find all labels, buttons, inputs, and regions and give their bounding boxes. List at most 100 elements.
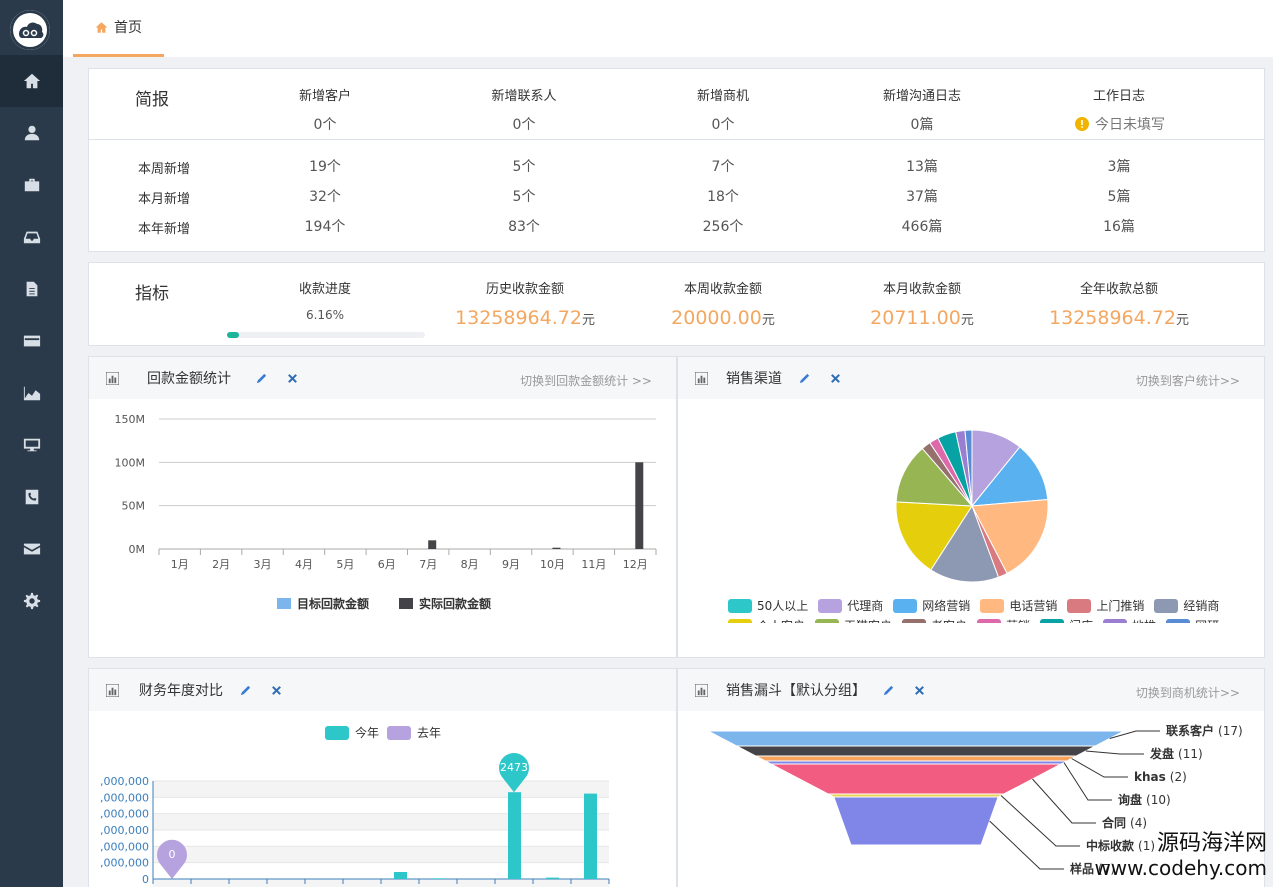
watermark: 源码海洋网 www.codehy.com	[1094, 832, 1267, 881]
nav-mail-icon[interactable]	[0, 523, 63, 575]
x-tick-label: 9月	[502, 558, 520, 571]
legend-label: 老客户	[931, 617, 967, 623]
nav-settings-icon[interactable]	[0, 575, 63, 627]
y-tick-label: 100M	[115, 456, 146, 469]
brief-panel: 简报 新增客户 新增联系人 新增商机 新增沟通日志 工作日志 0个 0个 0个 …	[88, 68, 1265, 252]
nav-inbox-icon[interactable]	[0, 211, 63, 263]
nav-home-icon[interactable]	[0, 55, 63, 107]
indicator-unit: 元	[1175, 313, 1189, 328]
nav-card-icon[interactable]	[0, 315, 63, 367]
brief-divider	[89, 139, 1264, 140]
legend-swatch	[1166, 618, 1191, 623]
brief-row-label: 本月新增	[137, 192, 190, 207]
indicator-unit: 元	[581, 313, 595, 328]
funnel-connector	[1071, 758, 1128, 778]
nav-document-icon[interactable]	[0, 263, 63, 315]
indicator-amount: 13258964.72元	[444, 307, 606, 329]
legend-swatch	[1103, 618, 1128, 623]
indicator-value: 13258964.72	[1049, 307, 1176, 329]
watermark-url: www.codehy.com	[1094, 856, 1267, 880]
bar	[394, 872, 407, 879]
pie-legend-item[interactable]: 50人以上	[728, 597, 808, 614]
close-icon[interactable]	[913, 684, 926, 697]
pie-legend-item[interactable]: 电话营销	[980, 597, 1057, 614]
nav-user-icon[interactable]	[0, 107, 63, 159]
y-tick-label: ,000,000	[100, 791, 149, 804]
pie-legend-item[interactable]: 个人客户	[728, 617, 805, 623]
brief-col-value: 0个	[313, 117, 337, 133]
legend-label: 个人客户	[757, 617, 805, 623]
brief-col-label: 新增沟通日志	[882, 89, 961, 104]
legend-label: 天猫客户	[844, 617, 892, 623]
legend-label: 上门推销	[1096, 599, 1145, 613]
legend-swatch	[977, 618, 1002, 623]
funnel-switch-link[interactable]: 切换到商机统计>>	[1136, 684, 1240, 701]
x-tick-label: 10月	[540, 558, 565, 571]
brief-row-value: 3篇	[1107, 159, 1131, 175]
channel-pie-chart	[895, 429, 1049, 583]
warning-icon	[1075, 117, 1089, 131]
legend-swatch	[980, 598, 1005, 613]
brief-col-label: 新增商机	[696, 89, 749, 104]
brief-row-value: 32个	[309, 189, 341, 205]
sales-channel-card: 销售渠道 切换到客户统计>> 50人以上 代理商 网络营销 电话营销 上门推销 经销商 个…	[677, 356, 1265, 658]
x-tick-label: 8月	[461, 558, 479, 571]
pie-legend-item[interactable]: 老客户	[902, 617, 967, 623]
pie-legend-item[interactable]: 代理商	[818, 597, 883, 614]
tab-home-label: 首页	[114, 20, 142, 36]
indicator-amount: 13258964.72元	[1038, 307, 1200, 329]
brief-col-label: 新增客户	[298, 89, 351, 104]
bar-chart-icon	[695, 371, 708, 385]
close-icon[interactable]	[829, 372, 842, 385]
indicator-value: 20711.00	[870, 307, 961, 329]
edit-icon[interactable]	[255, 372, 268, 385]
legend-swatch	[1154, 598, 1179, 613]
legend-label: 营销	[1006, 617, 1030, 623]
payment-switch-link[interactable]: 切换到回款金额统计 >>	[520, 372, 652, 389]
legend-swatch	[818, 598, 843, 613]
legend-label: 网研	[1195, 617, 1219, 623]
funnel-connector	[1000, 795, 1080, 847]
bar	[635, 462, 644, 549]
edit-icon[interactable]	[798, 372, 811, 385]
legend-swatch	[387, 726, 411, 740]
work-log-status[interactable]: 今日未填写	[1055, 114, 1185, 134]
nav-area-chart-icon[interactable]	[0, 367, 63, 419]
funnel-label: 联系客户 (17)	[1166, 723, 1243, 738]
funnel-connector	[1085, 750, 1144, 755]
marker-pin: 0	[157, 839, 188, 879]
edit-icon[interactable]	[882, 684, 895, 697]
y-tick-label: 50M	[122, 500, 146, 513]
legend-label: 网络营销	[922, 599, 971, 613]
pie-legend-item[interactable]: 地推	[1103, 617, 1156, 623]
pie-legend-item[interactable]: 上门推销	[1067, 597, 1144, 614]
brief-row-value: 5篇	[1107, 189, 1131, 205]
pie-legend-item[interactable]: 门店	[1040, 617, 1093, 623]
nav-briefcase-icon[interactable]	[0, 159, 63, 211]
legend-swatch	[728, 618, 752, 623]
pie-legend: 50人以上 代理商 网络营销 电话营销 上门推销 经销商 个人客户 天猫客户 老客户 营销 门店 地…	[678, 593, 1264, 623]
brief-row-value: 5个	[512, 189, 536, 205]
pie-legend-item[interactable]: 天猫客户	[815, 617, 892, 623]
pie-legend-item[interactable]: 经销商	[1154, 597, 1219, 614]
close-icon[interactable]	[286, 372, 299, 385]
x-tick-label: 12月	[623, 558, 648, 571]
indicator-amount: 20000.00元	[653, 307, 793, 329]
finance-chart: 今年 去年 ,000,000 ,000,000 ,000,000 ,000,000 ,000…	[100, 725, 610, 887]
nav-monitor-icon[interactable]	[0, 419, 63, 471]
pie-legend-item[interactable]: 营销	[977, 617, 1030, 623]
work-log-status-text: 今日未填写	[1095, 117, 1165, 133]
pie-legend-item[interactable]: 网研	[1166, 617, 1219, 623]
brief-row-value: 5个	[512, 159, 536, 175]
tab-home[interactable]: 首页	[73, 0, 164, 57]
nav-phone-icon[interactable]	[0, 471, 63, 523]
pie-legend-item[interactable]: 网络营销	[893, 597, 970, 614]
x-tick-label: 6月	[378, 558, 396, 571]
channel-switch-link[interactable]: 切换到客户统计>>	[1136, 372, 1240, 389]
legend-label: 电话营销	[1009, 599, 1058, 613]
indicator-amount: 20711.00元	[852, 307, 992, 329]
edit-icon[interactable]	[239, 684, 252, 697]
x-tick-label: 5月	[336, 558, 354, 571]
brief-col-label: 工作日志	[1092, 89, 1145, 104]
close-icon[interactable]	[270, 684, 283, 697]
